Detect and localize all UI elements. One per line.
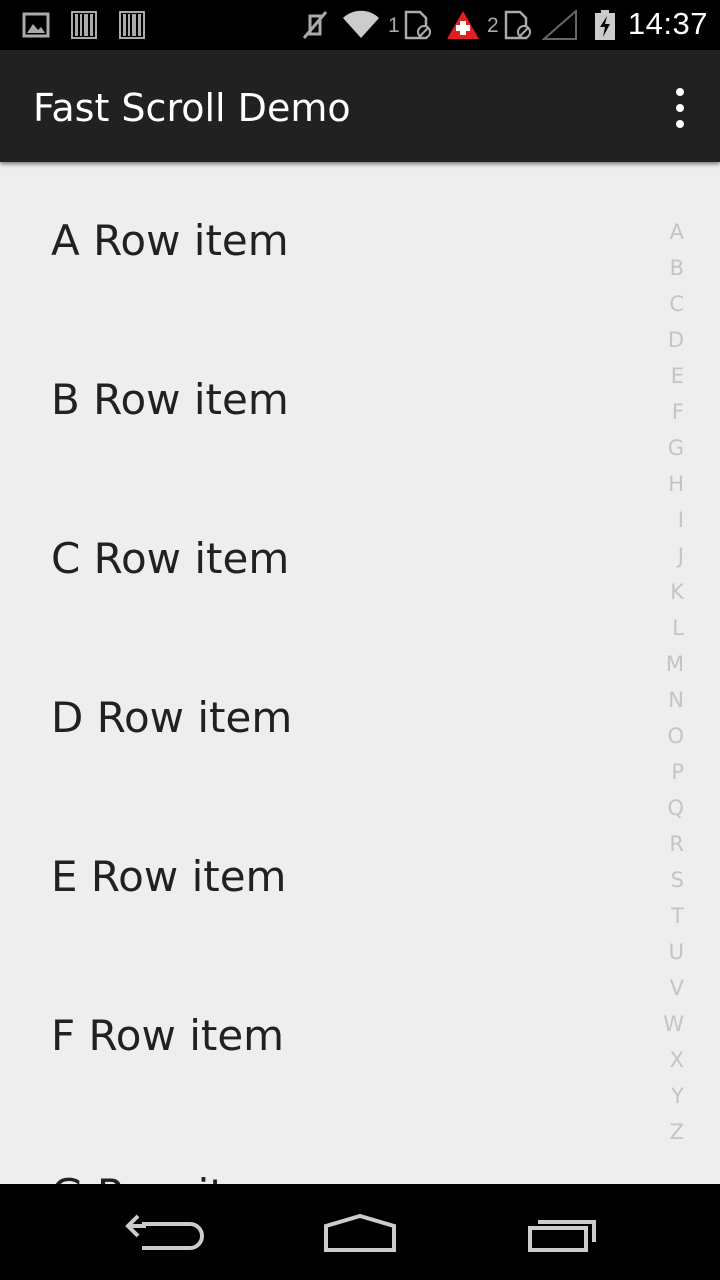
index-letter-b[interactable]: B <box>640 250 684 286</box>
index-letter-e[interactable]: E <box>640 358 684 394</box>
back-button[interactable] <box>112 1206 208 1262</box>
list-item[interactable]: D Row item <box>0 639 640 798</box>
index-letter-u[interactable]: U <box>640 934 684 970</box>
overflow-menu-icon <box>676 88 684 96</box>
index-letter-p[interactable]: P <box>640 754 684 790</box>
index-letter-k[interactable]: K <box>640 574 684 610</box>
overflow-menu-dot <box>676 104 684 112</box>
app-title: Fast Scroll Demo <box>33 86 351 130</box>
list-item[interactable]: A Row item <box>0 162 640 321</box>
status-bar: 1 2 14:37 <box>0 0 720 50</box>
overflow-menu-button[interactable] <box>668 88 692 128</box>
list-item-label: C Row item <box>51 534 290 583</box>
index-letter-g[interactable]: G <box>640 430 684 466</box>
list-item-label: G Row item <box>51 1170 292 1184</box>
recents-button[interactable] <box>514 1206 610 1262</box>
mute-icon <box>302 11 328 39</box>
list-item-label: A Row item <box>51 216 289 265</box>
list-item[interactable]: F Row item <box>0 957 640 1116</box>
sim-card-icon <box>504 10 531 40</box>
home-icon <box>324 1213 396 1252</box>
index-letter-i[interactable]: I <box>640 502 684 538</box>
index-letter-s[interactable]: S <box>640 862 684 898</box>
list-item-label: E Row item <box>51 852 287 901</box>
back-icon <box>125 1214 204 1250</box>
barcode-icon <box>119 11 145 39</box>
index-letter-x[interactable]: X <box>640 1042 684 1078</box>
overflow-menu-dot <box>676 120 684 128</box>
signal-icon <box>542 10 577 40</box>
index-letter-j[interactable]: J <box>640 538 684 574</box>
index-letter-d[interactable]: D <box>640 322 684 358</box>
index-letter-q[interactable]: Q <box>640 790 684 826</box>
list-item-label: D Row item <box>51 693 293 742</box>
index-letter-z[interactable]: Z <box>640 1114 684 1150</box>
index-letter-t[interactable]: T <box>640 898 684 934</box>
home-button[interactable] <box>312 1206 408 1262</box>
battery-charging-icon <box>595 10 615 40</box>
status-clock: 14:37 <box>627 6 708 41</box>
sim2-number: 2 <box>487 14 499 37</box>
list-item[interactable]: E Row item <box>0 798 640 957</box>
list-item[interactable]: B Row item <box>0 321 640 480</box>
wifi-icon <box>343 10 379 39</box>
list-item-label: F Row item <box>51 1011 285 1060</box>
sim1-number: 1 <box>388 14 400 37</box>
index-letter-c[interactable]: C <box>640 286 684 322</box>
navigation-bar <box>0 1184 720 1280</box>
index-letter-f[interactable]: F <box>640 394 684 430</box>
index-letter-a[interactable]: A <box>640 214 684 250</box>
index-letter-r[interactable]: R <box>640 826 684 862</box>
alert-icon <box>447 11 479 39</box>
index-letter-m[interactable]: M <box>640 646 684 682</box>
index-letter-v[interactable]: V <box>640 970 684 1006</box>
list-container[interactable]: A Row item B Row item C Row item D Row i… <box>0 162 720 1184</box>
index-letter-y[interactable]: Y <box>640 1078 684 1114</box>
fast-scroll-index[interactable]: A B C D E F G H I J K L M N O P Q R S T … <box>640 214 720 1184</box>
sim-card-icon <box>404 10 431 40</box>
index-letter-l[interactable]: L <box>640 610 684 646</box>
index-letter-h[interactable]: H <box>640 466 684 502</box>
list-item[interactable]: C Row item <box>0 480 640 639</box>
list-item-label: B Row item <box>51 375 289 424</box>
index-letter-n[interactable]: N <box>640 682 684 718</box>
recents-icon <box>528 1220 596 1252</box>
image-icon <box>22 12 50 38</box>
barcode-icon <box>71 11 97 39</box>
index-letter-w[interactable]: W <box>640 1006 684 1042</box>
index-letter-o[interactable]: O <box>640 718 684 754</box>
list-item[interactable]: G Row item <box>0 1116 640 1184</box>
app-bar: Fast Scroll Demo <box>0 50 720 162</box>
